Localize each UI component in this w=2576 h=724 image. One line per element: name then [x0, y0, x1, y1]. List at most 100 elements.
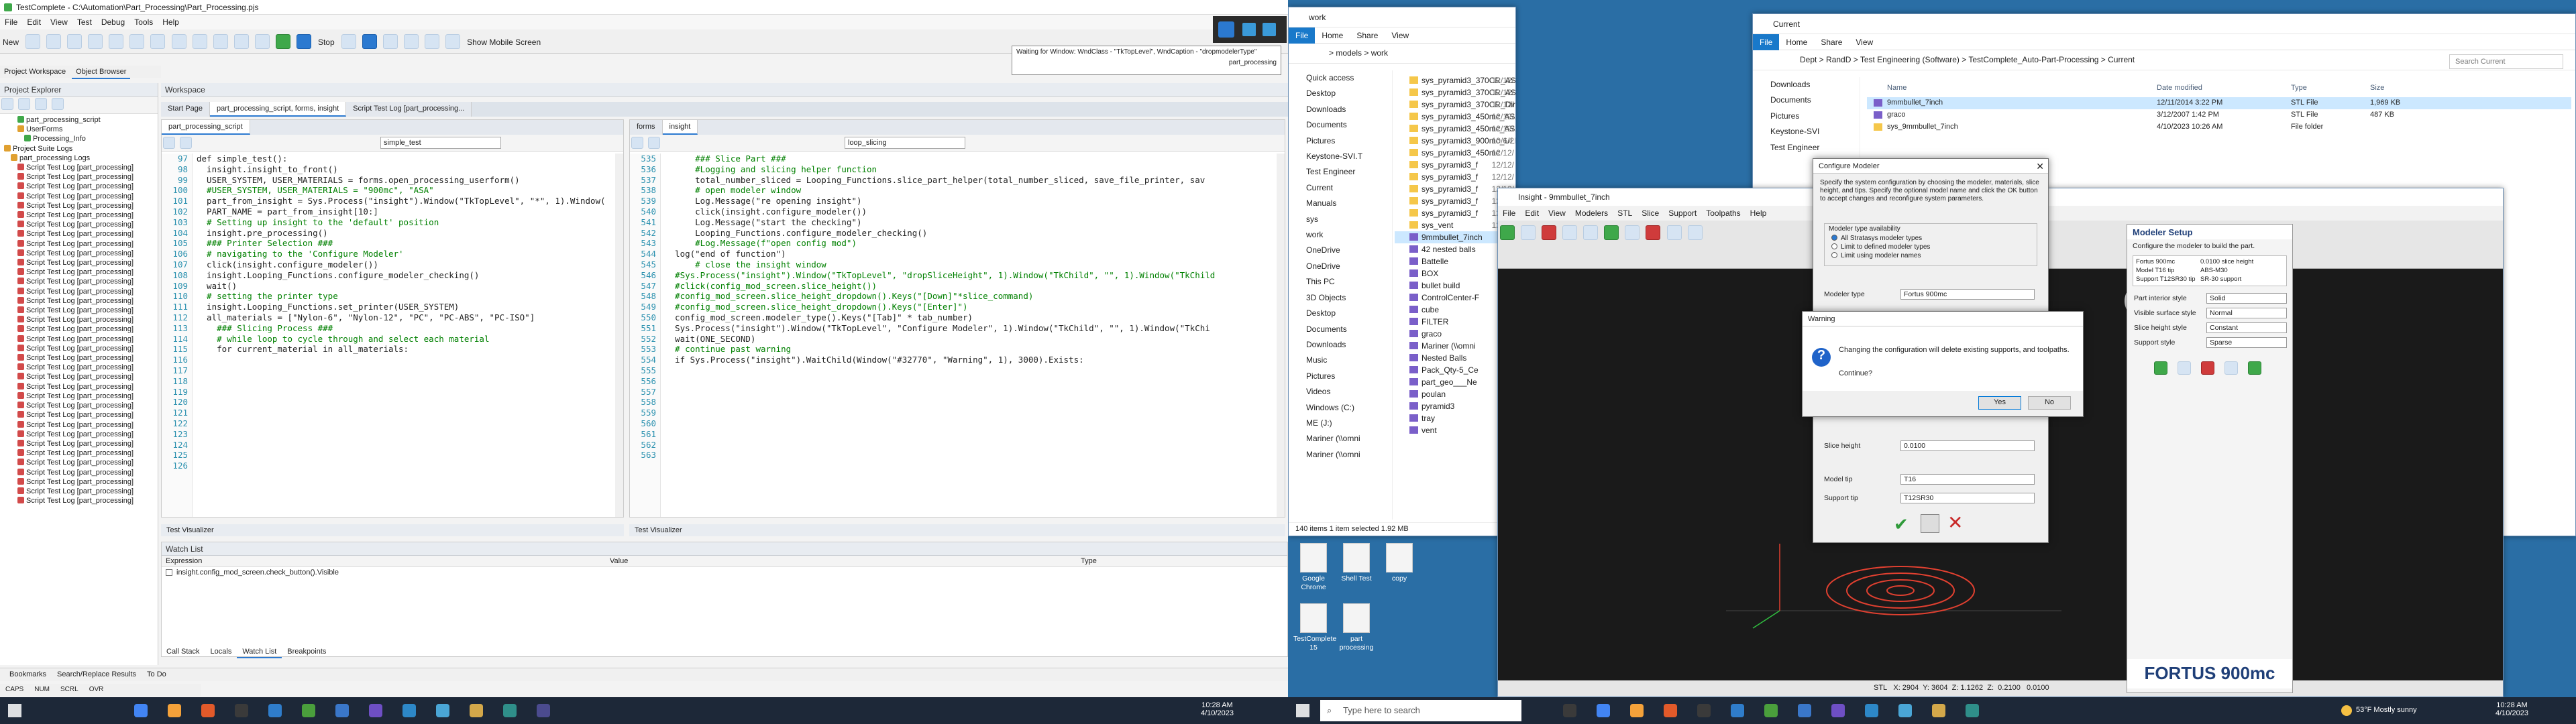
- tree-item[interactable]: part_processing Logs: [0, 154, 158, 163]
- back-icon[interactable]: [631, 137, 643, 149]
- app-icon[interactable]: [1798, 704, 1811, 717]
- tab-to-do[interactable]: To Do: [142, 670, 172, 679]
- tree-item-log[interactable]: Script Test Log [part_processing]: [0, 468, 158, 477]
- view-icon[interactable]: [1521, 225, 1536, 240]
- app-icon[interactable]: [537, 704, 550, 717]
- setup-field-select[interactable]: Normal: [2206, 308, 2287, 318]
- find-icon[interactable]: [192, 34, 207, 49]
- app-icon[interactable]: [1898, 704, 1912, 717]
- nav-item[interactable]: Videos: [1289, 384, 1392, 400]
- modeler-icon[interactable]: [1500, 225, 1515, 240]
- spy-icon[interactable]: [403, 34, 419, 49]
- tree-item-log[interactable]: Script Test Log [part_processing]: [0, 439, 158, 448]
- app-icon[interactable]: [235, 704, 248, 717]
- slice-icon[interactable]: [1542, 225, 1557, 240]
- availability-radio[interactable]: All Stratasys modeler types: [1825, 234, 2037, 243]
- insight-menu-stl[interactable]: STL: [1613, 206, 1637, 221]
- tree-item-log[interactable]: Script Test Log [part_processing]: [0, 458, 158, 467]
- app-icon[interactable]: [1831, 704, 1845, 717]
- tab-part-processing-script[interactable]: part_processing_script: [162, 120, 250, 135]
- insight-menu-support[interactable]: Support: [1664, 206, 1701, 221]
- desktop-icon[interactable]: Google Chrome: [1293, 543, 1334, 592]
- tree-item-log[interactable]: Script Test Log [part_processing]: [0, 477, 158, 487]
- app-icon[interactable]: [402, 704, 416, 717]
- target-icon[interactable]: [2248, 361, 2262, 375]
- nav-item[interactable]: OneDrive: [1289, 259, 1392, 274]
- toolpath-icon[interactable]: [1604, 225, 1619, 240]
- step-icon[interactable]: [362, 34, 377, 49]
- explorer-work-address[interactable]: > models > work: [1289, 44, 1515, 64]
- tab-call-stack[interactable]: Call Stack: [161, 646, 205, 657]
- nav-item[interactable]: OneDrive: [1289, 243, 1392, 258]
- menu-item-tools[interactable]: Tools: [129, 15, 158, 29]
- open-icon[interactable]: [25, 34, 41, 49]
- firefox-icon[interactable]: [1664, 704, 1677, 717]
- folder-icon[interactable]: [1630, 704, 1644, 717]
- forward-icon[interactable]: [648, 137, 661, 149]
- tree-item-log[interactable]: Script Test Log [part_processing]: [0, 372, 158, 381]
- testcomplete-taskbar-icon[interactable]: [436, 704, 449, 717]
- insight-menu-modelers[interactable]: Modelers: [1570, 206, 1613, 221]
- layers-red-icon[interactable]: [2201, 361, 2215, 375]
- radio-button[interactable]: [1831, 243, 1837, 249]
- undo-icon[interactable]: [150, 34, 166, 49]
- file-item[interactable]: sys_pyramid3_370CR_ASA_7clve12/12/: [1395, 86, 1515, 99]
- app-icon[interactable]: [1865, 704, 1878, 717]
- add-icon[interactable]: [1, 98, 13, 110]
- weather-text[interactable]: 53°F Mostly sunny: [2356, 706, 2417, 714]
- collapse-icon[interactable]: [35, 98, 48, 110]
- nav-item[interactable]: Desktop: [1289, 86, 1392, 101]
- vscode-icon[interactable]: [268, 704, 282, 717]
- tree-item[interactable]: part_processing_script: [0, 115, 158, 125]
- cut-icon[interactable]: [88, 34, 103, 49]
- tab-locals[interactable]: Locals: [205, 646, 237, 657]
- tree-item-log[interactable]: Script Test Log [part_processing]: [0, 420, 158, 430]
- availability-radio[interactable]: Limit to defined modeler types: [1825, 243, 2037, 251]
- tree-item-log[interactable]: Script Test Log [part_processing]: [0, 382, 158, 391]
- reset-icon[interactable]: [1921, 514, 1939, 533]
- stop-button[interactable]: Stop: [318, 38, 335, 47]
- setup-field-select[interactable]: Sparse: [2206, 337, 2287, 348]
- tree-item-log[interactable]: Script Test Log [part_processing]: [0, 344, 158, 353]
- file-item[interactable]: sys_pyramid3_f 12/12/: [1395, 159, 1515, 171]
- tree-item-log[interactable]: Script Test Log [part_processing]: [0, 182, 158, 191]
- forward-icon[interactable]: [180, 137, 193, 149]
- app-icon[interactable]: [1697, 704, 1711, 717]
- menu-item-edit[interactable]: Edit: [22, 15, 46, 29]
- model-tip-select[interactable]: T16: [1900, 474, 2035, 485]
- tab-forms[interactable]: forms: [630, 120, 663, 135]
- firefox-icon[interactable]: [201, 704, 215, 717]
- editor-insight-scrollbar[interactable]: [1277, 154, 1285, 517]
- watch-checkbox[interactable]: [166, 569, 172, 576]
- tree-item-log[interactable]: Script Test Log [part_processing]: [0, 267, 158, 277]
- file-item[interactable]: sys_pyramid3_370CR_ASA_2hr12/12/: [1395, 74, 1515, 86]
- ok-check-icon[interactable]: ✔: [1894, 514, 1909, 535]
- clock-right[interactable]: 10:28 AM 4/10/2023: [2496, 701, 2528, 717]
- record-pause-icon[interactable]: [1242, 23, 1256, 36]
- app-icon[interactable]: [335, 704, 349, 717]
- yes-button[interactable]: Yes: [1978, 396, 2021, 410]
- file-row[interactable]: graco 3/12/2007 1:42 PM STL File 487 KB: [1867, 109, 2571, 121]
- support-tip-select[interactable]: T12SR30: [1900, 493, 2035, 503]
- close-icon[interactable]: ✕: [2036, 161, 2044, 172]
- tree-item-log[interactable]: Script Test Log [part_processing]: [0, 496, 158, 505]
- insight-menu-toolpaths[interactable]: Toolpaths: [1701, 206, 1745, 221]
- ribbon-view[interactable]: View: [1385, 27, 1415, 44]
- breakpoint-icon[interactable]: [382, 34, 398, 49]
- nav-item[interactable]: Keystone-SVI: [1753, 124, 1860, 139]
- setup-field-select[interactable]: Constant: [2206, 322, 2287, 333]
- app-icon[interactable]: [302, 704, 315, 717]
- insight-menu-file[interactable]: File: [1498, 206, 1520, 221]
- nav-item[interactable]: sys: [1289, 212, 1392, 227]
- tree-item-log[interactable]: Script Test Log [part_processing]: [0, 210, 158, 220]
- new-button[interactable]: New: [3, 38, 19, 47]
- app-icon[interactable]: [1966, 704, 1979, 717]
- tree-item-log[interactable]: Script Test Log [part_processing]: [0, 229, 158, 239]
- desktop-icon[interactable]: copy: [1379, 543, 1419, 583]
- tree-item-log[interactable]: Script Test Log [part_processing]: [0, 220, 158, 229]
- tree-item-log[interactable]: Script Test Log [part_processing]: [0, 448, 158, 458]
- pause-icon[interactable]: [254, 34, 270, 49]
- ribbon-view[interactable]: View: [1849, 34, 1880, 50]
- nav-item[interactable]: Test Engineer: [1289, 164, 1392, 180]
- col-date-modified[interactable]: Date modified: [2157, 84, 2202, 92]
